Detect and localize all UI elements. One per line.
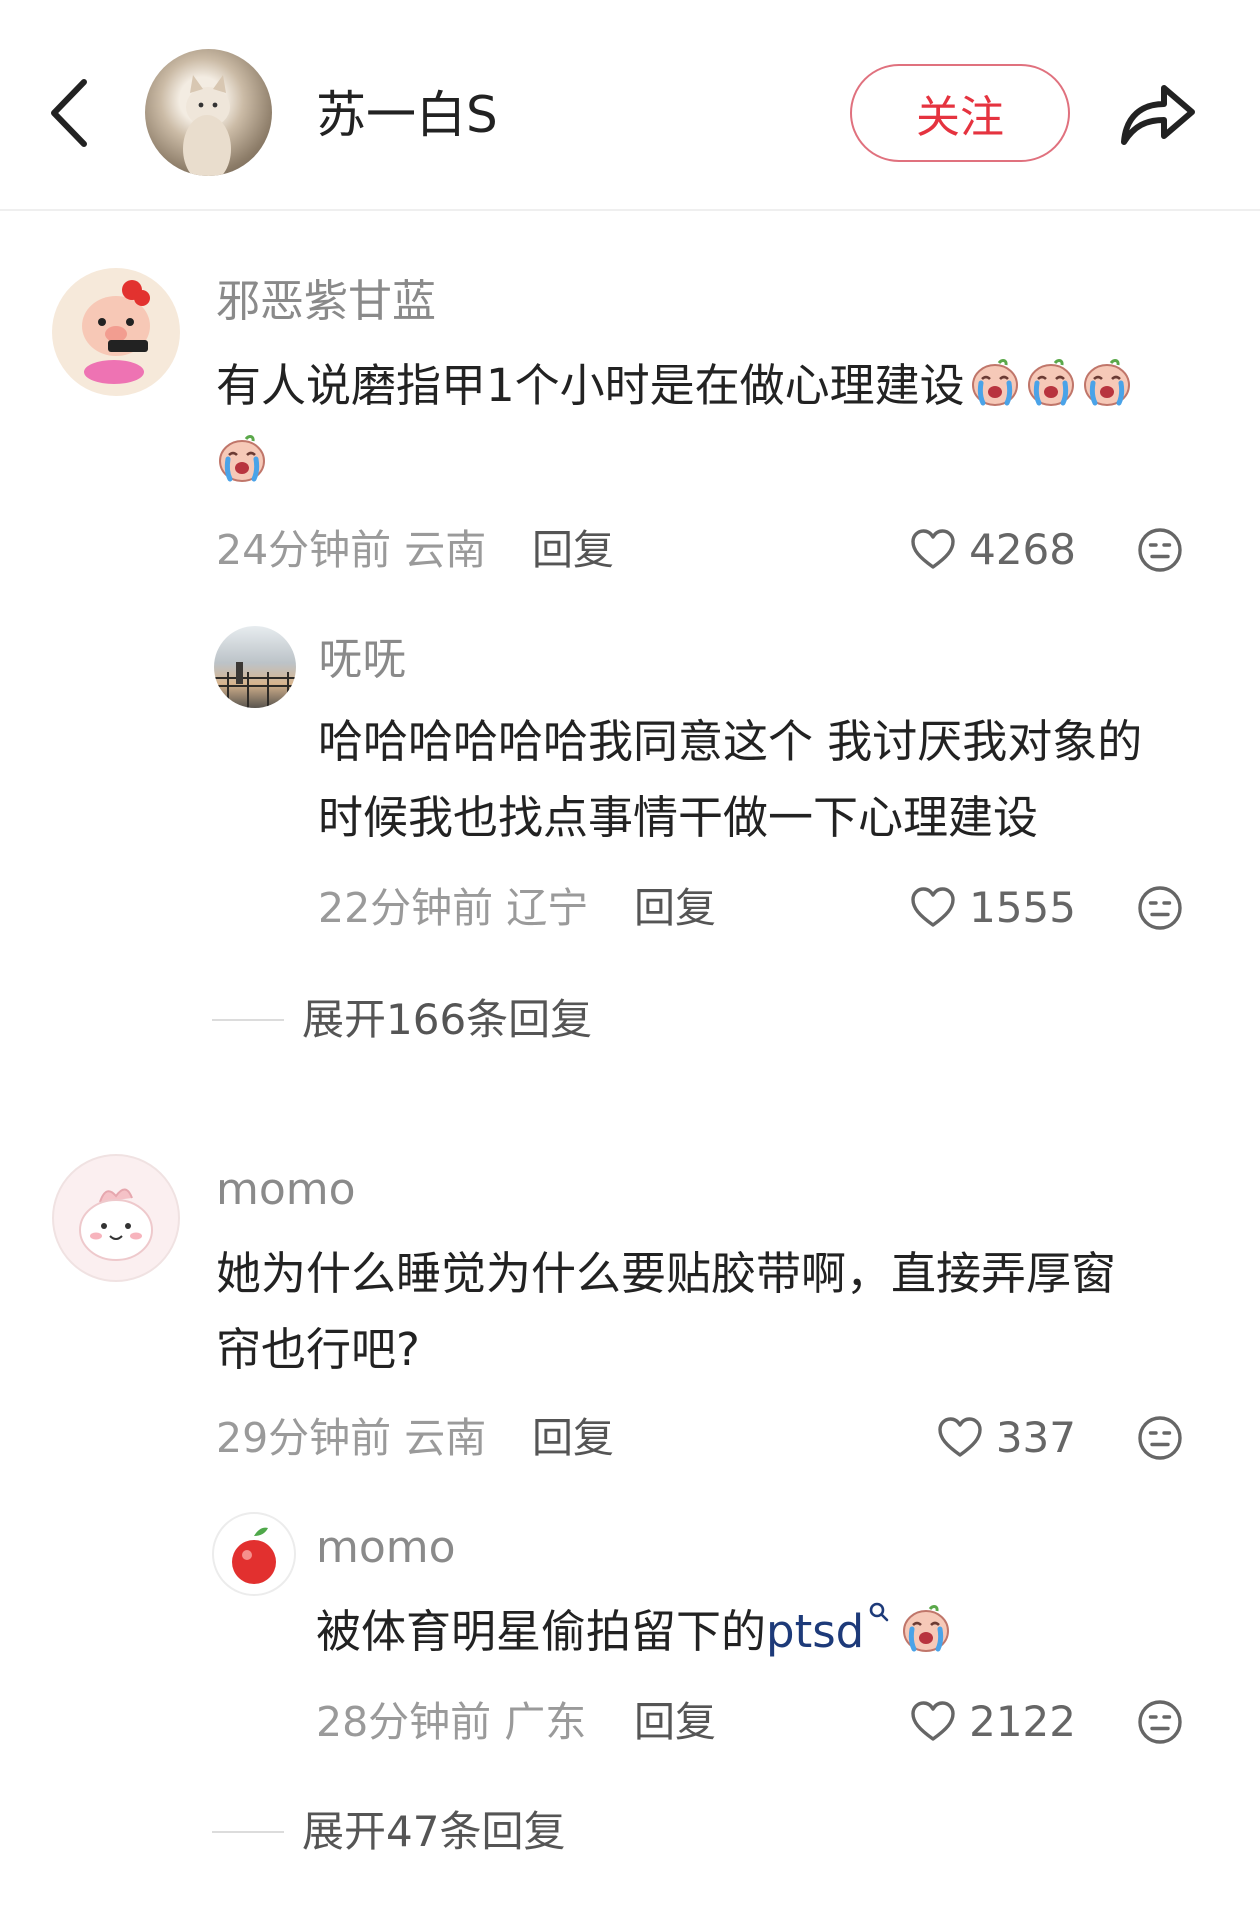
heart-outline-icon xyxy=(909,1698,957,1746)
comment-location: 云南 xyxy=(404,1414,487,1462)
share-arrow-icon xyxy=(1121,85,1195,145)
reply-meta: 22分钟前 辽宁 xyxy=(318,880,588,936)
comment-text: 她为什么睡觉为什么要贴胶带啊，直接弄厚窗 帘也行吧? xyxy=(216,1247,1117,1376)
comment-meta: 29分钟前 云南 xyxy=(216,1410,486,1466)
reply-avatar[interactable] xyxy=(214,626,296,708)
heart-outline-icon xyxy=(936,1414,984,1462)
cat-photo xyxy=(183,75,231,176)
like-button[interactable]: 4268 xyxy=(856,522,1076,578)
commenter-avatar[interactable] xyxy=(52,1154,180,1282)
reply-location: 广东 xyxy=(504,1698,587,1746)
commenter-name[interactable]: momo xyxy=(216,1160,356,1220)
share-button[interactable] xyxy=(1116,70,1200,154)
comment-meta: 24分钟前 云南 xyxy=(216,522,486,578)
reply-button[interactable]: 回复 xyxy=(532,522,614,578)
expand-replies-label: 展开47条回复 xyxy=(302,1807,566,1856)
meh-face-icon[interactable] xyxy=(1136,526,1184,574)
divider-line xyxy=(212,1019,284,1021)
crying-face-emoji-icon xyxy=(1081,357,1133,409)
like-count: 4268 xyxy=(969,525,1076,574)
comment-time: 29分钟前 xyxy=(216,1414,392,1462)
crying-face-emoji-icon xyxy=(216,433,268,485)
commenter-name[interactable]: 邪恶紫甘蓝 xyxy=(216,272,436,332)
crying-face-emoji-icon xyxy=(1025,357,1077,409)
author-name[interactable]: 苏一白S xyxy=(316,80,498,150)
reply-time: 22分钟前 xyxy=(318,884,494,932)
like-count: 2122 xyxy=(969,1697,1076,1746)
like-button[interactable]: 1555 xyxy=(856,880,1076,936)
author-avatar[interactable] xyxy=(145,49,272,176)
like-count: 337 xyxy=(995,1413,1076,1462)
commenter-avatar[interactable] xyxy=(52,268,180,396)
reply-text: 被体育明星偷拍留下的ptsd xyxy=(316,1594,1216,1670)
top-bar: 苏一白S 关注 xyxy=(0,0,1260,211)
reply-avatar[interactable] xyxy=(212,1512,296,1596)
meh-face-icon[interactable] xyxy=(1136,1414,1184,1462)
reply-time: 28分钟前 xyxy=(316,1698,492,1746)
search-icon xyxy=(869,1602,889,1622)
follow-button[interactable]: 关注 xyxy=(850,64,1070,162)
reply-meta: 28分钟前 广东 xyxy=(316,1694,586,1750)
reply-button[interactable]: 回复 xyxy=(634,1694,716,1750)
reply-text: 哈哈哈哈哈哈我同意这个 我讨厌我对象的 时候我也找点事情干做一下心理建设 xyxy=(318,715,1143,844)
reply-button[interactable]: 回复 xyxy=(634,880,716,936)
search-link[interactable]: ptsd xyxy=(766,1602,890,1658)
sunset-photo xyxy=(214,662,296,708)
back-button[interactable] xyxy=(44,72,96,154)
like-count: 1555 xyxy=(969,883,1076,932)
piggy-avatar-image xyxy=(82,280,150,384)
chevron-left-icon xyxy=(51,79,87,147)
reply-username[interactable]: 呒呒 xyxy=(318,630,406,690)
reply-button[interactable]: 回复 xyxy=(532,1410,614,1466)
comment-time: 24分钟前 xyxy=(216,526,392,574)
expand-replies-label: 展开166条回复 xyxy=(302,995,593,1044)
meh-face-icon[interactable] xyxy=(1136,884,1184,932)
divider-line xyxy=(212,1831,284,1833)
heart-outline-icon xyxy=(909,884,957,932)
comment-location: 云南 xyxy=(404,526,487,574)
crying-face-emoji-icon xyxy=(969,357,1021,409)
apple-avatar-image xyxy=(232,1527,276,1584)
heart-outline-icon xyxy=(909,526,957,574)
like-button[interactable]: 2122 xyxy=(856,1694,1076,1750)
like-button[interactable]: 337 xyxy=(856,1410,1076,1466)
comment-text: 有人说磨指甲1个小时是在做心理建设 xyxy=(216,348,1206,500)
cute-creature-avatar-image xyxy=(79,1188,153,1261)
meh-face-icon[interactable] xyxy=(1136,1698,1184,1746)
reply-username[interactable]: momo xyxy=(316,1518,456,1578)
expand-replies-button[interactable]: 展开47条回复 xyxy=(212,1804,565,1860)
reply-location: 辽宁 xyxy=(506,884,589,932)
expand-replies-button[interactable]: 展开166条回复 xyxy=(212,992,592,1048)
crying-face-emoji-icon xyxy=(900,1603,952,1655)
